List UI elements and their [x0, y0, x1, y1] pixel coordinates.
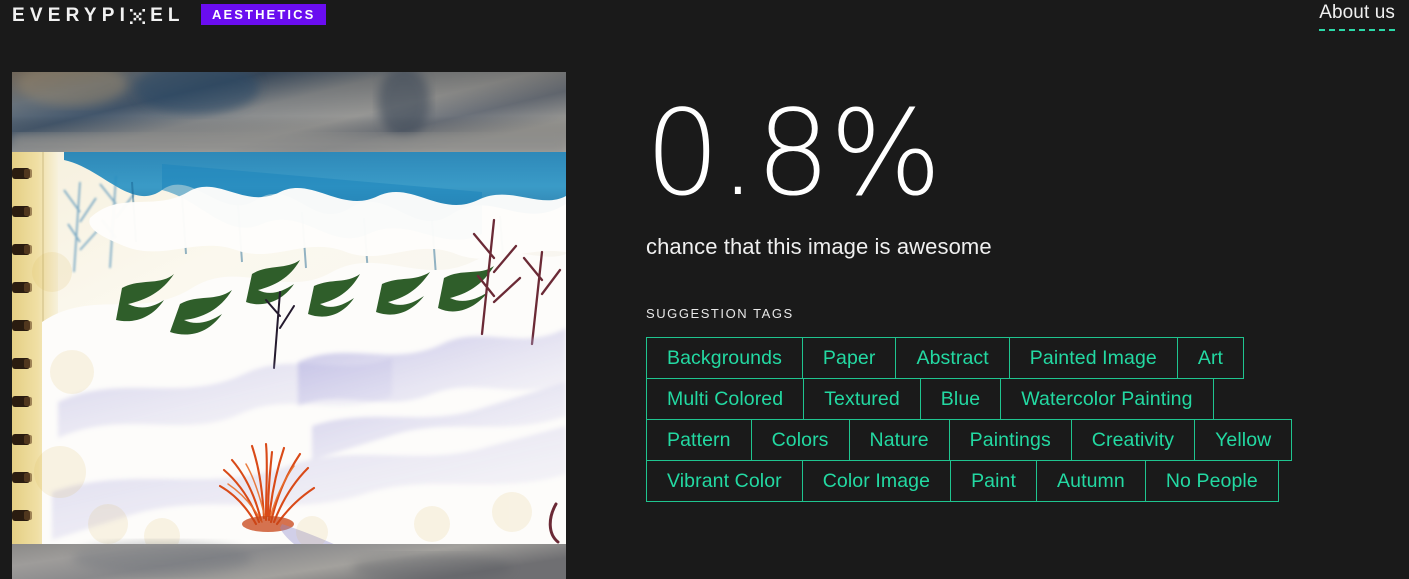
- pixel-x-icon: [130, 8, 146, 24]
- analyzed-image: [12, 72, 566, 579]
- tag-chip[interactable]: Textured: [803, 378, 921, 420]
- tag-chip[interactable]: Art: [1176, 337, 1245, 379]
- tag-chip[interactable]: Color Image: [801, 460, 952, 502]
- tag-chip[interactable]: Paint: [950, 460, 1038, 502]
- painting-area: [12, 152, 566, 556]
- tag-chip[interactable]: Creativity: [1070, 419, 1196, 461]
- tag-chip[interactable]: Abstract: [895, 337, 1010, 379]
- tag-row: Backgrounds Paper Abstract Painted Image…: [646, 337, 1386, 379]
- tag-chip[interactable]: Blue: [919, 378, 1002, 420]
- logo-text-post: EL: [150, 5, 185, 26]
- score-caption: chance that this image is awesome: [646, 234, 992, 259]
- tag-chip[interactable]: Paintings: [948, 419, 1072, 461]
- tag-chip[interactable]: No People: [1144, 460, 1279, 502]
- aesthetic-score: 0.8%: [645, 84, 942, 222]
- tag-chip[interactable]: Nature: [848, 419, 950, 461]
- tag-chip[interactable]: Watercolor Painting: [1000, 378, 1214, 420]
- about-us-link[interactable]: About us: [1319, 1, 1395, 31]
- analysis-panel: 0.8% chance that this image is awesome S…: [645, 72, 1395, 579]
- tag-row: Multi Colored Textured Blue Watercolor P…: [646, 378, 1386, 420]
- watercolor-painting-image: [12, 72, 566, 579]
- tag-chip[interactable]: Vibrant Color: [646, 460, 803, 502]
- logo-text-pre: EVERYPI: [12, 5, 131, 26]
- tag-chip[interactable]: Multi Colored: [646, 378, 805, 420]
- tag-chip[interactable]: Backgrounds: [646, 337, 803, 379]
- everypixel-aesthetics-page: EVERYPI EL AESTHETICS About us 0.8% chan…: [0, 0, 1409, 579]
- tag-chip[interactable]: Paper: [801, 337, 897, 379]
- tag-chip[interactable]: Painted Image: [1008, 337, 1178, 379]
- suggestion-tags-list: Backgrounds Paper Abstract Painted Image…: [646, 337, 1386, 502]
- tag-chip[interactable]: Yellow: [1194, 419, 1293, 461]
- aesthetics-badge[interactable]: AESTHETICS: [201, 4, 327, 25]
- tag-row: Vibrant Color Color Image Paint Autumn N…: [646, 460, 1386, 502]
- site-header: EVERYPI EL AESTHETICS About us: [0, 0, 1409, 50]
- blurred-top-band: [12, 72, 566, 154]
- tag-chip[interactable]: Colors: [750, 419, 850, 461]
- tag-chip[interactable]: Pattern: [646, 419, 752, 461]
- everypixel-logo[interactable]: EVERYPI EL: [12, 5, 185, 27]
- tag-row: Pattern Colors Nature Paintings Creativi…: [646, 419, 1386, 461]
- tag-chip[interactable]: Autumn: [1036, 460, 1146, 502]
- suggestion-tags-label: SUGGESTION TAGS: [646, 306, 794, 321]
- blurred-bottom-band: [12, 542, 566, 579]
